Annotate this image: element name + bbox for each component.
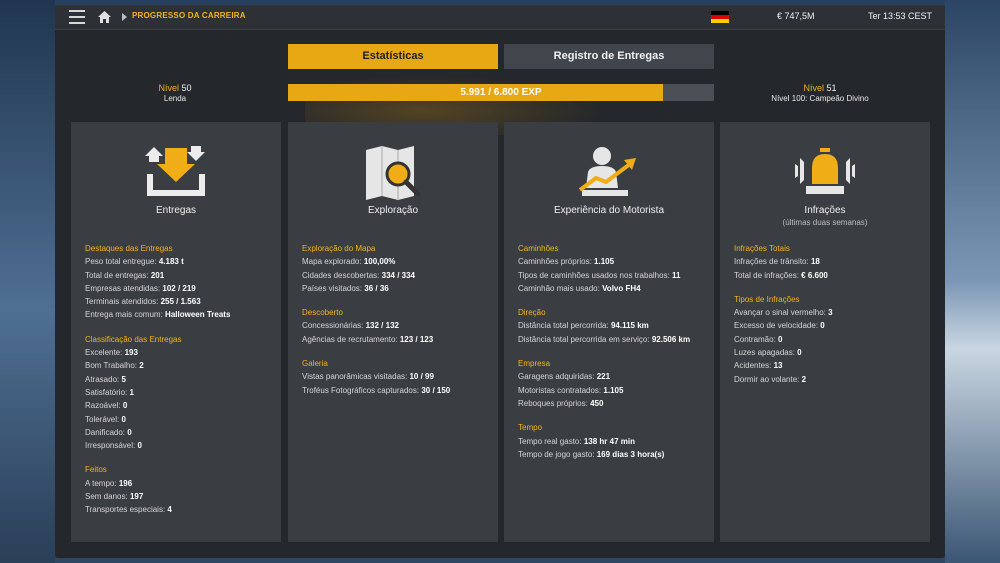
stat-row: Infrações de trânsito: 18 [734,257,820,267]
stat-row: Dormir ao volante: 2 [734,374,807,384]
panel-title: Infrações [804,205,846,216]
top-bar: PROGRESSO DA CARREIRA € 747,5M Ter 13:53… [55,5,945,30]
stat-row: Tempo de jogo gasto: 169 dias 3 hora(s) [518,449,665,459]
tab-statistics[interactable]: Estatísticas [288,44,498,69]
breadcrumb-arrow-icon [122,13,127,21]
section-title: Destaques das Entregas [85,244,173,253]
section-title: Tipos de Infrações [734,294,800,304]
panel-driver-experience: Experiência do Motorista Caminhões Camin… [504,122,714,542]
section-title: Classificação das Entregas [85,334,182,344]
map-search-icon [358,144,428,202]
section-title: Direção [518,308,546,318]
stat-row: Garagens adquiridas: 221 [518,372,611,382]
stat-row: Razoável: 0 [85,401,128,411]
section-title: Tempo [518,423,543,433]
stat-row: Terminais atendidos: 255 / 1.563 [85,297,201,307]
stat-row: Sem danos: 197 [85,492,144,502]
section-title: Empresa [518,359,551,369]
stat-row: Países visitados: 36 / 36 [302,283,389,293]
panel-deliveries: Entregas Destaques das Entregas Peso tot… [71,122,281,542]
driver-growth-icon [574,144,644,202]
stat-row: Excelente: 193 [85,348,138,358]
stat-row: Troféus Fotográficos capturados: 30 / 15… [302,385,451,395]
current-level-value: 50 [181,83,192,93]
current-level-title: Lenda [163,94,187,103]
section-title: Galeria [302,359,328,369]
section-title: Descoberto [302,308,343,318]
panel-subtitle: (últimas duas semanas) [782,218,868,227]
stat-row: Tolerável: 0 [85,414,126,424]
background-left [0,0,55,563]
stat-row: Caminhão mais usado: Volvo FH4 [518,283,641,293]
stat-row: Distância total percorrida em serviço: 9… [518,334,691,344]
section-title: Feitos [85,465,107,475]
panel-title: Exploração [367,205,419,216]
panel-title: Entregas [155,205,197,216]
stat-row: A tempo: 196 [85,478,133,488]
section-title: Exploração do Mapa [302,244,376,253]
stat-row: Acidentes: 13 [734,361,783,371]
menu-icon[interactable] [69,10,85,24]
stat-row: Danificado: 0 [85,427,132,437]
stat-row: Irresponsável: 0 [85,441,142,451]
stat-row: Peso total entregue: 4.183 t [85,257,184,267]
stat-row: Empresas atendidas: 102 / 219 [85,283,196,293]
xp-progress-text: 5.991 / 6.800 EXP [460,87,542,98]
xp-progress-bar: 5.991 / 6.800 EXP [288,84,714,101]
stat-row: Total de entregas: 201 [85,270,165,280]
panel-title: Experiência do Motorista [553,205,665,216]
stat-row: Entrega mais comum: Halloween Treats [85,310,231,320]
stat-row: Motoristas contratados: 1.105 [518,385,624,395]
stat-row: Luzes apagadas: 0 [734,348,802,358]
panel-content: Infrações Totais Infrações de trânsito: … [734,242,920,386]
stat-row: Total de infrações: € 6.600 [734,270,828,280]
stat-row: Avançar o sinal vermelho: 3 [734,308,833,318]
stat-row: Agências de recrutamento: 123 / 123 [302,334,434,344]
home-icon[interactable] [97,10,112,24]
stat-row: Reboques próprios: 450 [518,398,604,408]
next-level-value: 51 [826,83,837,93]
stat-row: Tempo real gasto: 138 hr 47 min [518,436,635,446]
breadcrumb: PROGRESSO DA CARREIRA [132,11,246,20]
clock-display: Ter 13:53 CEST [868,11,933,21]
germany-flag-icon [711,11,729,23]
stat-row: Caminhões próprios: 1.105 [518,257,615,267]
next-level-title: Nível 100: Campeão Divino [771,94,869,103]
panel-infractions: Infrações (últimas duas semanas) Infraçõ… [720,122,930,542]
background-right [945,0,1000,563]
stat-row: Cidades descobertas: 334 / 334 [302,270,415,280]
panel-content: Caminhões Caminhões próprios: 1.105 Tipo… [518,242,704,461]
stat-row: Atrasado: 5 [85,374,126,384]
career-window: PROGRESSO DA CARREIRA € 747,5M Ter 13:53… [55,5,945,558]
next-level: Nível 51 Nível 100: Campeão Divino [760,83,880,103]
stat-row: Excesso de velocidade: 0 [734,321,825,331]
tab-delivery-log[interactable]: Registro de Entregas [504,44,714,69]
panel-exploration: Exploração Exploração do Mapa Mapa explo… [288,122,498,542]
next-level-label: Nível [803,83,824,93]
stat-row: Bom Trabalho: 2 [85,361,144,371]
stat-row: Mapa explorado: 100,00% [302,257,396,267]
stat-row: Concessionárias: 132 / 132 [302,321,399,331]
section-title: Infrações Totais [734,244,790,253]
panel-content: Destaques das Entregas Peso total entreg… [85,242,271,517]
stat-row: Satisfatório: 1 [85,387,134,397]
money-display: € 747,5M [777,11,815,21]
panel-content: Exploração do Mapa Mapa explorado: 100,0… [302,242,488,397]
stat-row: Contramão: 0 [734,334,783,344]
current-level-label: Nível [158,83,179,93]
stat-row: Tipos de caminhões usados nos trabalhos:… [518,270,681,280]
delivery-icon [141,144,211,202]
stat-row: Transportes especiais: 4 [85,505,172,515]
stat-row: Vistas panorâmicas visitadas: 10 / 99 [302,372,434,382]
section-title: Caminhões [518,244,559,253]
current-level: Nível 50 Lenda [115,83,235,103]
siren-icon [790,144,860,202]
stat-row: Distância total percorrida: 94.115 km [518,321,649,331]
